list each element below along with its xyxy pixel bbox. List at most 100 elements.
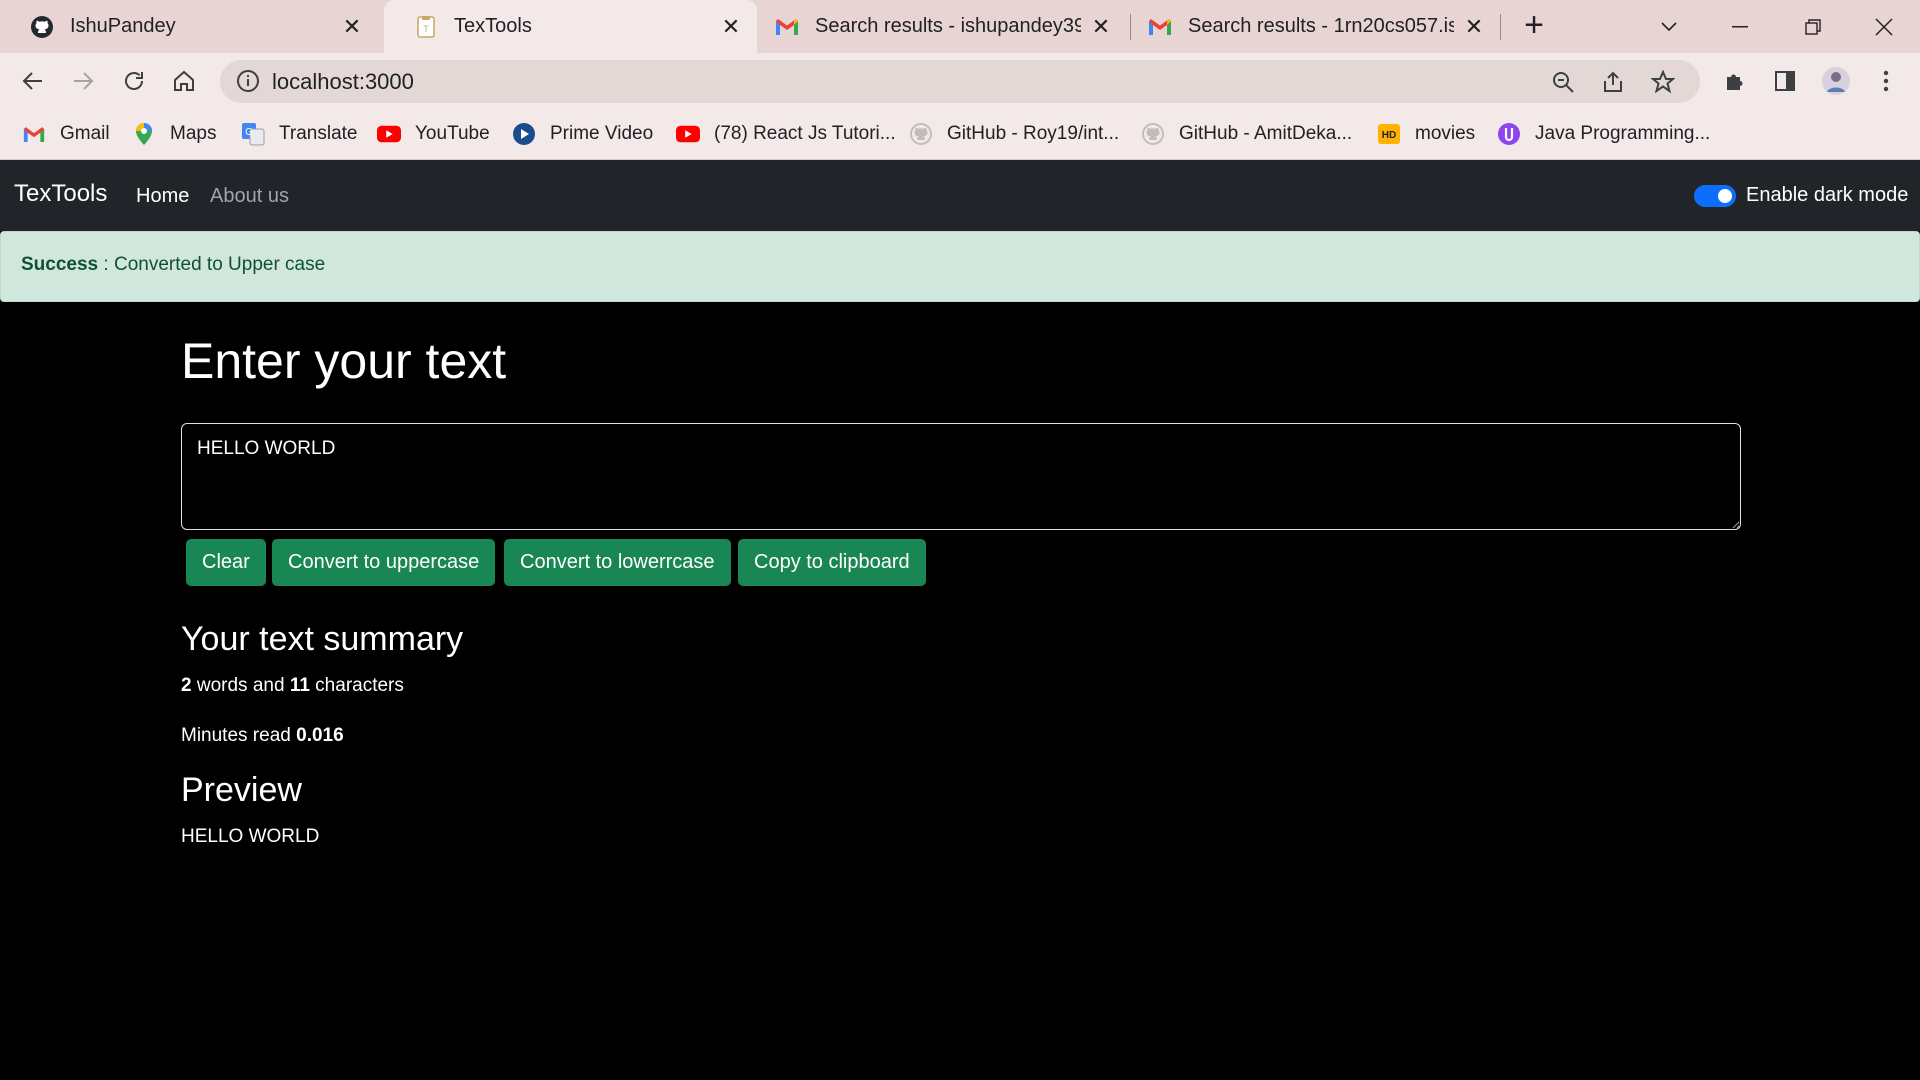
gmail-icon bbox=[22, 122, 46, 146]
tab-textools[interactable]: T TexTools ✕ bbox=[384, 0, 757, 53]
dark-mode-toggle[interactable] bbox=[1694, 185, 1736, 207]
java-icon bbox=[1497, 122, 1521, 146]
profile-avatar[interactable] bbox=[1817, 62, 1855, 100]
tab-title: Search results - 1rn20cs057.ishu bbox=[1188, 15, 1454, 37]
bookmark-maps[interactable]: Maps bbox=[132, 119, 216, 149]
char-count: 11 bbox=[289, 675, 310, 696]
home-icon[interactable] bbox=[165, 62, 203, 100]
extensions-puzzle-icon[interactable] bbox=[1716, 62, 1754, 100]
lowercase-button[interactable]: Convert to lowerrcase bbox=[504, 539, 731, 586]
copy-clipboard-button[interactable]: Copy to clipboard bbox=[738, 539, 926, 586]
bookmark-label: Translate bbox=[279, 123, 358, 144]
bookmark-github-amitdeka[interactable]: GitHub - AmitDeka... bbox=[1141, 119, 1352, 149]
minimize-button[interactable] bbox=[1705, 0, 1777, 53]
bookmark-java-programming[interactable]: Java Programming... bbox=[1497, 119, 1710, 149]
dark-mode-label[interactable]: Enable dark mode bbox=[1746, 184, 1908, 207]
bookmark-label: Gmail bbox=[60, 123, 110, 144]
alert-type: Success bbox=[21, 254, 99, 275]
minutes-label: Minutes read bbox=[181, 725, 297, 746]
chars-label: characters bbox=[309, 675, 404, 696]
alert-separator: : bbox=[98, 254, 114, 275]
youtube-icon bbox=[676, 122, 700, 146]
bookmark-prime-video[interactable]: Prime Video bbox=[512, 119, 653, 149]
bookmark-gmail[interactable]: Gmail bbox=[22, 119, 110, 149]
app-navbar: TexTools Home About us Enable dark mode bbox=[0, 160, 1920, 231]
minutes-value: 0.016 bbox=[296, 725, 344, 746]
restore-button[interactable] bbox=[1777, 0, 1849, 53]
tab-title: Search results - ishupandey39@g bbox=[815, 15, 1081, 37]
bookmark-label: GitHub - AmitDeka... bbox=[1179, 123, 1353, 144]
address-url: localhost:3000 bbox=[272, 69, 414, 94]
menu-kebab-icon[interactable] bbox=[1867, 62, 1905, 100]
close-icon[interactable]: ✕ bbox=[719, 14, 743, 39]
github-icon bbox=[1141, 122, 1165, 146]
word-count: 2 bbox=[181, 675, 192, 696]
success-alert: Success : Converted to Upper case bbox=[0, 231, 1920, 302]
minutes-read: Minutes read 0.016 bbox=[181, 725, 344, 747]
bookmark-star-icon[interactable] bbox=[1650, 69, 1676, 95]
gmail-icon bbox=[775, 15, 799, 39]
reload-icon[interactable] bbox=[115, 62, 153, 100]
bookmark-label: GitHub - Roy19/int... bbox=[947, 123, 1120, 144]
svg-text:HD: HD bbox=[1382, 130, 1396, 141]
bookmark-label: (78) React Js Tutori... bbox=[714, 123, 896, 144]
github-icon bbox=[30, 15, 54, 39]
bookmark-translate[interactable]: G Translate bbox=[241, 119, 358, 149]
tab-github[interactable]: IshuPandey ✕ bbox=[0, 0, 378, 53]
bookmark-label: YouTube bbox=[415, 123, 490, 144]
prime-video-icon bbox=[512, 122, 536, 146]
tab-search-chevron-icon[interactable] bbox=[1633, 0, 1705, 53]
preview-heading: Preview bbox=[181, 771, 302, 809]
words-label: words and bbox=[191, 675, 290, 696]
preview-text: HELLO WORLD bbox=[181, 826, 320, 847]
new-tab-button[interactable]: + bbox=[1518, 8, 1550, 42]
toggle-knob bbox=[1718, 189, 1732, 203]
tab-gmail-2[interactable]: Search results - 1rn20cs057.ishu ✕ bbox=[1130, 0, 1500, 53]
text-input[interactable]: HELLO WORLD bbox=[181, 423, 1741, 530]
browser-toolbar: localhost:3000 bbox=[0, 53, 1920, 109]
summary-heading: Your text summary bbox=[181, 620, 464, 658]
bookmark-github-roy19[interactable]: GitHub - Roy19/int... bbox=[909, 119, 1119, 149]
page-viewport: TexTools Home About us Enable dark mode … bbox=[0, 160, 1920, 1080]
page-title: Enter your text bbox=[181, 333, 507, 389]
react-app-icon: T bbox=[414, 15, 438, 39]
tab-divider bbox=[1500, 14, 1501, 40]
nav-home-link[interactable]: Home bbox=[136, 185, 189, 208]
maps-icon bbox=[132, 122, 156, 146]
tab-strip: IshuPandey ✕ T TexTools ✕ Search results… bbox=[0, 0, 1920, 53]
bookmark-movies[interactable]: HD movies bbox=[1377, 119, 1475, 149]
close-icon[interactable]: ✕ bbox=[1089, 14, 1113, 39]
bookmark-react-tutorial[interactable]: (78) React Js Tutori... bbox=[676, 119, 896, 149]
alert-text: Converted to Upper case bbox=[113, 254, 326, 275]
bookmark-label: Java Programming... bbox=[1535, 123, 1711, 144]
share-icon[interactable] bbox=[1600, 69, 1626, 95]
bookmark-label: Maps bbox=[170, 123, 217, 144]
brand[interactable]: TexTools bbox=[14, 180, 107, 208]
svg-text:G: G bbox=[245, 127, 253, 138]
bookmark-label: movies bbox=[1415, 123, 1476, 144]
translate-icon: G bbox=[241, 122, 265, 146]
close-icon[interactable]: ✕ bbox=[1462, 14, 1486, 39]
tab-title: TexTools bbox=[454, 15, 532, 37]
side-panel-icon[interactable] bbox=[1766, 62, 1804, 100]
forward-arrow-icon[interactable] bbox=[64, 62, 102, 100]
github-icon bbox=[909, 122, 933, 146]
address-bar[interactable]: localhost:3000 bbox=[220, 60, 1700, 103]
gmail-icon bbox=[1148, 15, 1172, 39]
bookmark-youtube[interactable]: YouTube bbox=[377, 119, 490, 149]
uppercase-button[interactable]: Convert to uppercase bbox=[272, 539, 496, 586]
close-window-button[interactable] bbox=[1848, 0, 1920, 53]
youtube-icon bbox=[377, 122, 401, 146]
bookmarks-bar: Gmail Maps G Translate YouTube Prime Vid… bbox=[0, 109, 1920, 160]
alert-message: Success : Converted to Upper case bbox=[21, 254, 325, 276]
back-arrow-icon[interactable] bbox=[14, 62, 52, 100]
clear-button[interactable]: Clear bbox=[186, 539, 266, 586]
nav-about-link[interactable]: About us bbox=[210, 185, 289, 208]
zoom-icon[interactable] bbox=[1550, 69, 1576, 95]
close-icon[interactable]: ✕ bbox=[340, 14, 364, 39]
word-char-count: 2 words and 11 characters bbox=[181, 675, 404, 697]
info-icon[interactable] bbox=[236, 69, 260, 93]
svg-text:T: T bbox=[423, 24, 429, 34]
tab-gmail-1[interactable]: Search results - ishupandey39@g ✕ bbox=[757, 0, 1127, 53]
hd-icon: HD bbox=[1377, 122, 1401, 146]
